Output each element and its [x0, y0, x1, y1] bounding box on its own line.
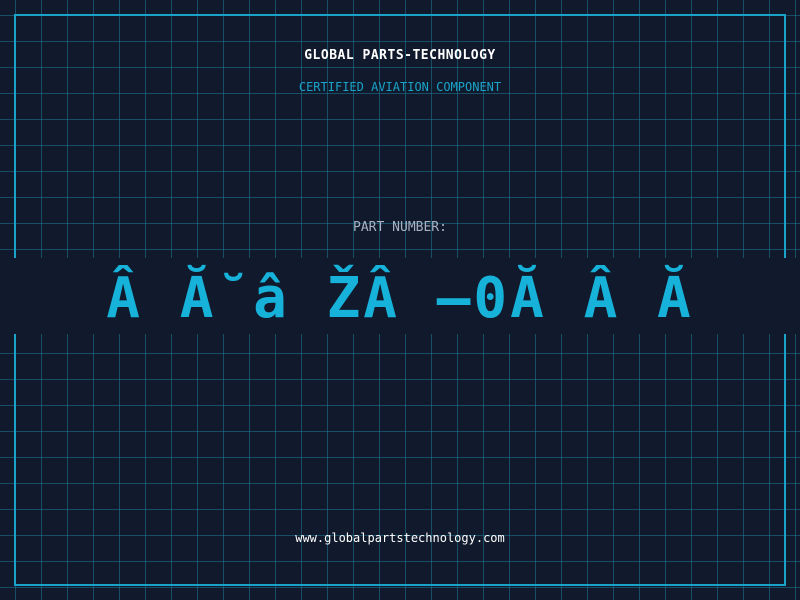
part-number-label: PART NUMBER: — [353, 220, 447, 235]
website-url: www.globalpartstechnology.com — [295, 531, 505, 545]
company-name: GLOBAL PARTS-TECHNOLOGY — [304, 48, 496, 63]
certification-subtitle: CERTIFIED AVIATION COMPONENT — [298, 80, 502, 94]
part-number-value: Â Ă˘â ŽÂ –0Ă Â Ă — [106, 266, 694, 331]
